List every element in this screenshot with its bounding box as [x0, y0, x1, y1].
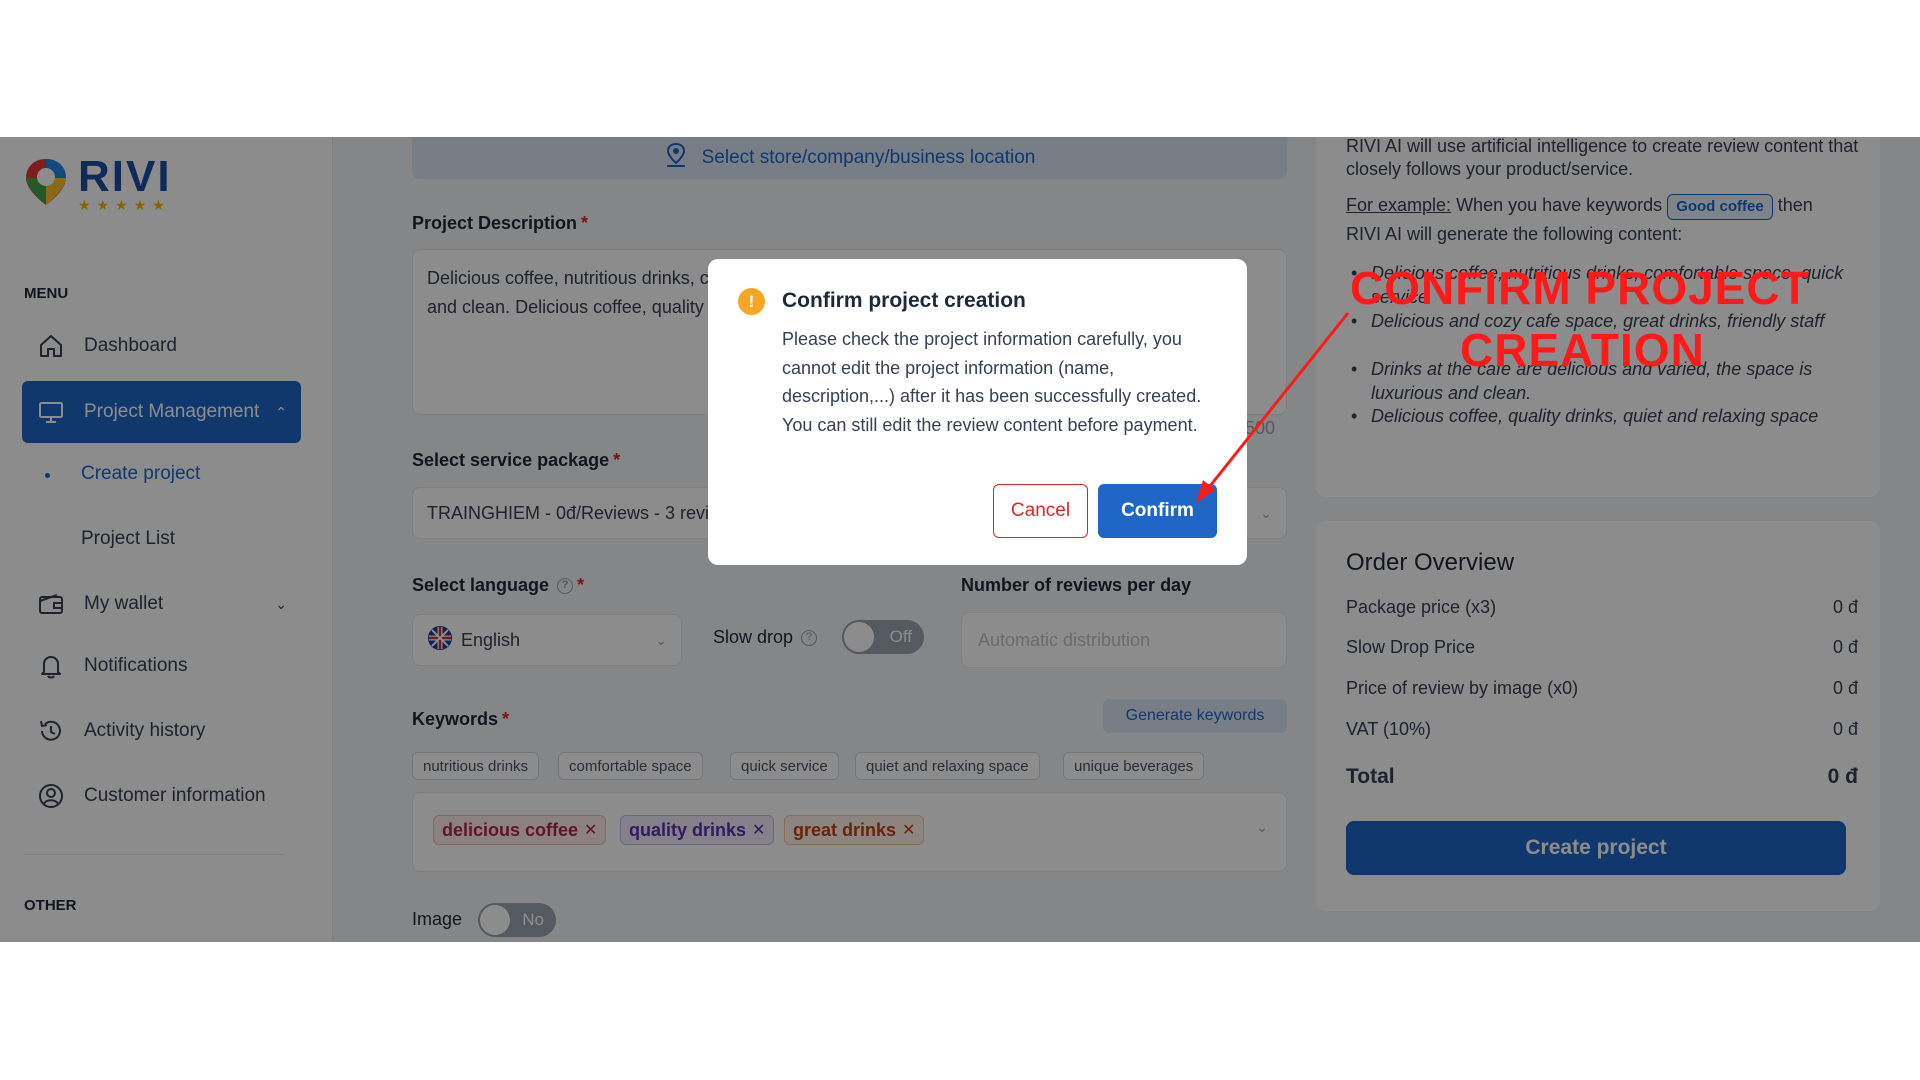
- dialog-body: Please check the project information car…: [782, 329, 1202, 435]
- dialog-title: Confirm project creation: [782, 289, 1026, 312]
- annotation-line-1: CONFIRM PROJECT: [1350, 262, 1810, 314]
- confirm-button[interactable]: Confirm: [1098, 484, 1217, 538]
- cancel-button[interactable]: Cancel: [993, 484, 1088, 538]
- app-screen: RIVI ★★★★★ MENU Dashboard Project Manage…: [0, 137, 1920, 942]
- confirm-dialog: ! Confirm project creation Please check …: [708, 259, 1247, 565]
- annotation-line-2: CREATION: [1460, 324, 1705, 376]
- warning-icon: !: [738, 288, 765, 315]
